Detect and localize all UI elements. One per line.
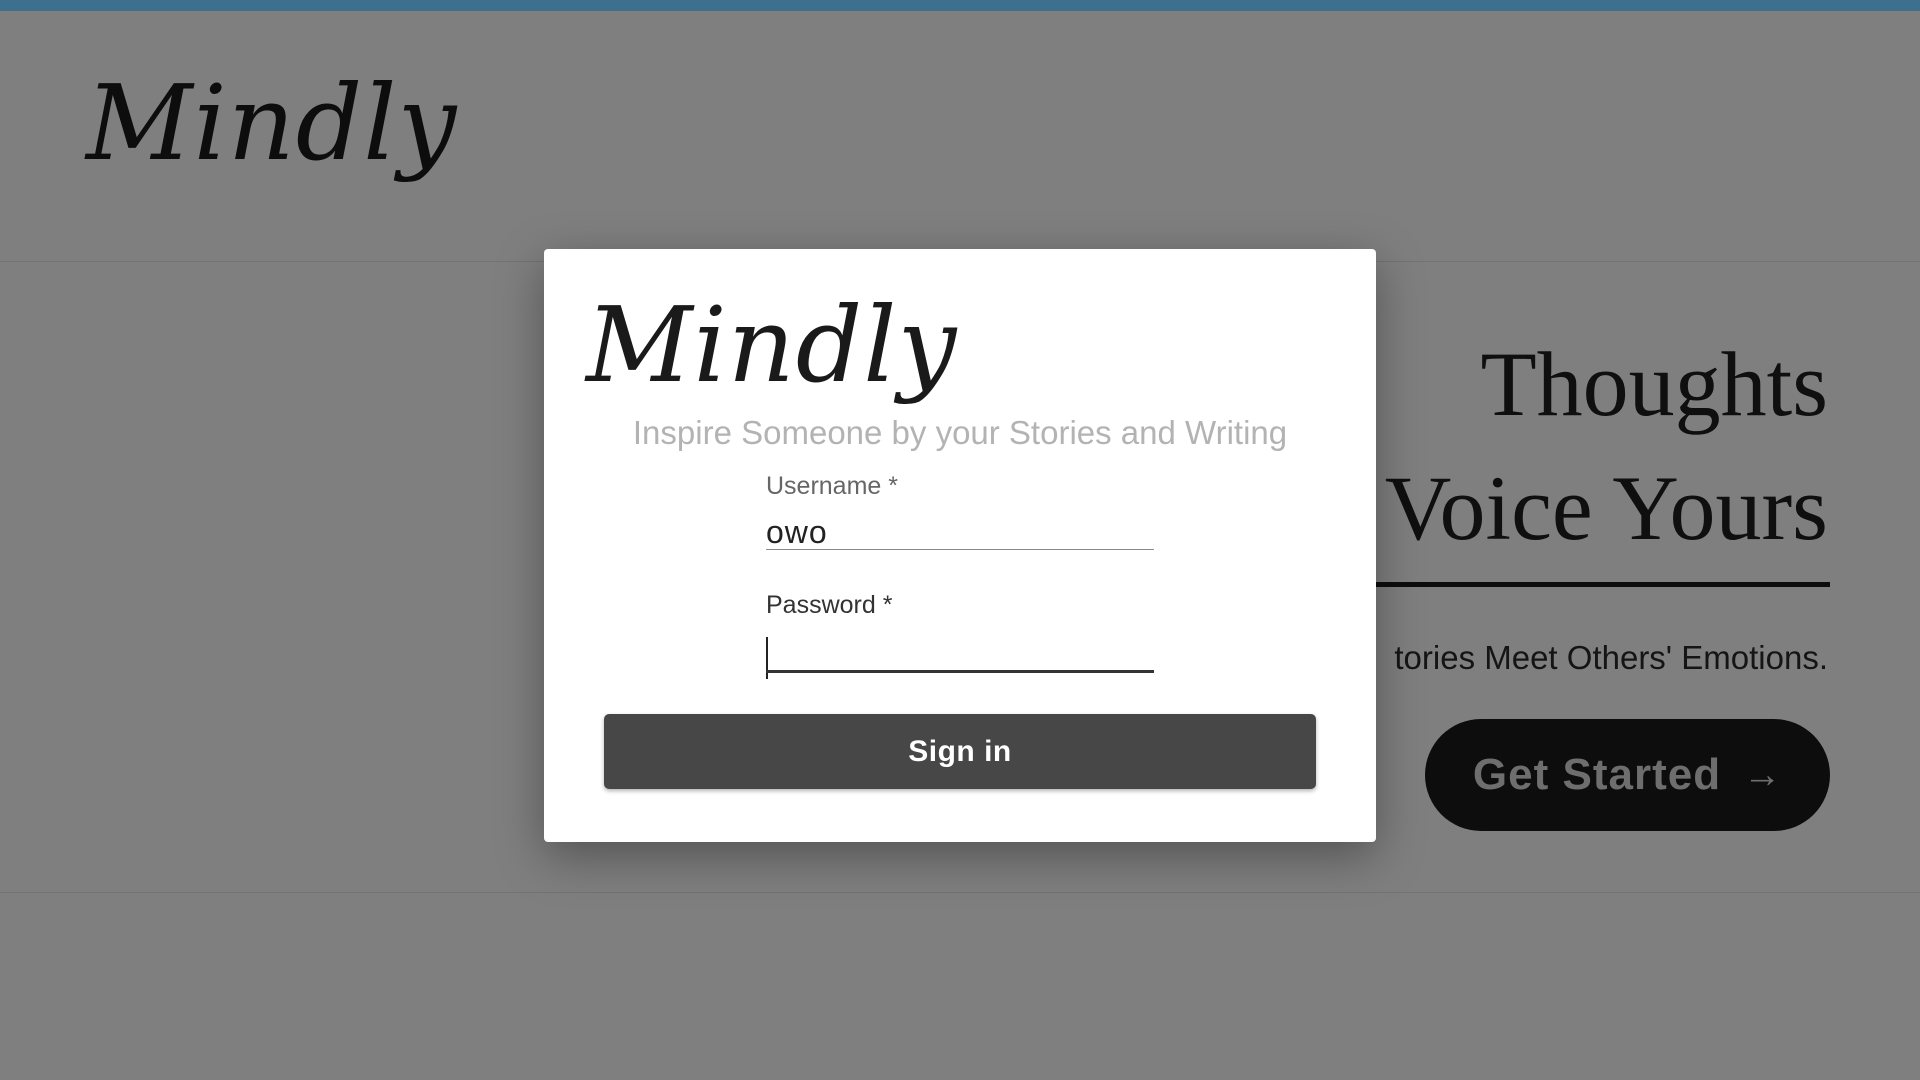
- username-label: Username *: [766, 472, 898, 500]
- password-input[interactable]: [766, 633, 1154, 673]
- sign-in-button[interactable]: Sign in: [604, 714, 1316, 789]
- browser-top-strip: [0, 0, 1920, 11]
- password-label: Password *: [766, 591, 893, 619]
- password-field[interactable]: Password *: [766, 591, 1154, 679]
- username-field[interactable]: Username * owo: [766, 474, 1154, 550]
- username-input[interactable]: owo: [766, 516, 828, 548]
- dialog-tagline: Inspire Someone by your Stories and Writ…: [632, 414, 1288, 451]
- dialog-logo: Mindly: [586, 284, 958, 406]
- username-underline: [766, 549, 1154, 550]
- password-underline: [766, 670, 1154, 673]
- signin-dialog: Mindly Inspire Someone by your Stories a…: [544, 249, 1376, 842]
